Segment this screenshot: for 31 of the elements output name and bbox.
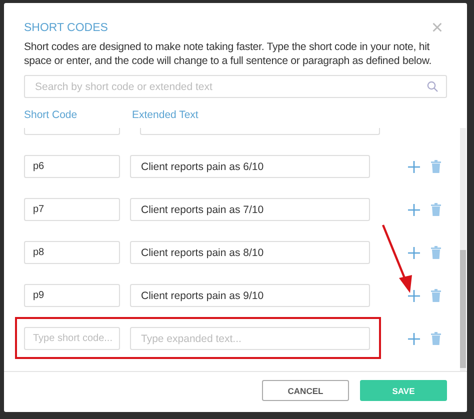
short-code-field[interactable]: p7 xyxy=(24,198,120,221)
trash-icon[interactable] xyxy=(431,160,441,173)
column-header: Extended Text xyxy=(132,109,198,121)
short-code-field[interactable]: p8 xyxy=(24,241,120,264)
plus-icon[interactable] xyxy=(408,204,420,216)
input-field[interactable] xyxy=(140,128,380,135)
short-code-field[interactable]: p6 xyxy=(24,155,120,178)
extended-text-field[interactable]: Client reports pain as 7/10 xyxy=(130,198,370,221)
extended-text-field[interactable]: Type expanded text... xyxy=(130,327,370,350)
scrollbar-thumb[interactable] xyxy=(460,250,466,368)
trash-icon[interactable] xyxy=(431,289,441,302)
extended-text-field[interactable]: Client reports pain as 9/10 xyxy=(130,284,370,307)
plus-icon[interactable] xyxy=(408,246,420,258)
arrow xyxy=(380,223,414,295)
dialog-title: SHORT CODES xyxy=(24,22,108,34)
column-header: Short Code xyxy=(24,109,78,121)
trash-icon[interactable] xyxy=(431,203,441,216)
cancel-button[interactable]: CANCEL xyxy=(262,380,349,402)
extended-text-field[interactable]: Client reports pain as 6/10 xyxy=(130,155,370,178)
plus-icon[interactable] xyxy=(408,160,420,172)
trash-icon[interactable] xyxy=(431,246,441,259)
description-text: Short codes are designed to make note taking faster. Type the short code in your note, hit space or enter, and the code will change to a full sentence or paragraph as defined below. xyxy=(24,41,433,68)
plus-icon[interactable] xyxy=(408,290,420,302)
search-field[interactable]: Search by short code or extended text xyxy=(24,75,447,98)
trash-icon[interactable] xyxy=(431,332,441,345)
input-field[interactable] xyxy=(24,128,120,135)
short-code-field[interactable]: Type short code... xyxy=(24,327,120,350)
plus-icon[interactable] xyxy=(408,332,420,344)
short-code-field[interactable]: p9 xyxy=(24,284,120,307)
search-icon xyxy=(427,81,438,92)
extended-text-field[interactable]: Client reports pain as 8/10 xyxy=(130,241,370,264)
